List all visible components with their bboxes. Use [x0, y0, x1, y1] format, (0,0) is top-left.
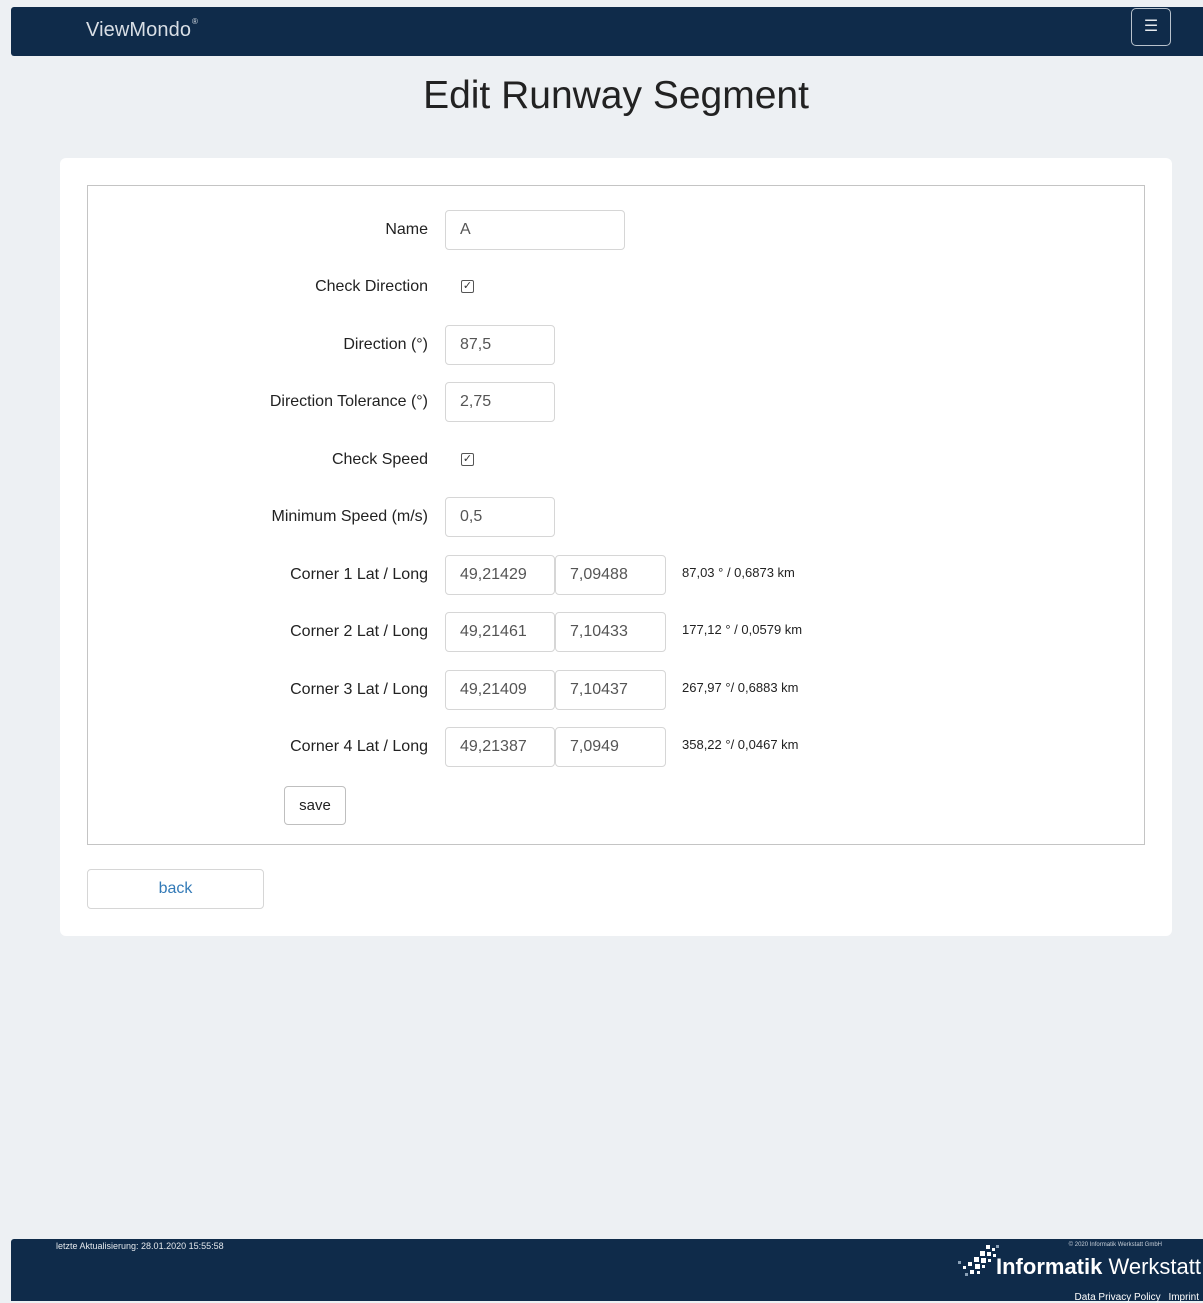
check-direction-row: Check Direction ✓	[88, 267, 1144, 307]
corner-2-row: Corner 2 Lat / Long 177,12 ° / 0,0579 km	[88, 612, 1144, 652]
direction-input[interactable]	[445, 325, 555, 365]
corner-3-bearing-distance: 267,97 °/ 0,6883 km	[682, 680, 799, 695]
brand-logo[interactable]: ViewMondo®	[86, 17, 199, 42]
check-speed-checkbox[interactable]: ✓	[461, 453, 474, 466]
minimum-speed-row: Minimum Speed (m/s)	[88, 497, 1144, 537]
menu-toggle-button[interactable]: ☰	[1131, 8, 1171, 46]
corner-1-long-input[interactable]	[555, 555, 666, 595]
save-button[interactable]: save	[284, 786, 346, 825]
check-speed-label: Check Speed	[331, 451, 428, 468]
privacy-policy-link[interactable]: Data Privacy Policy	[1075, 1292, 1161, 1303]
corner-2-long-input[interactable]	[555, 612, 666, 652]
edit-form: Name Check Direction ✓ Direction (°) Dir…	[87, 185, 1145, 845]
copyright-text: © 2020 Informatik Werkstatt GmbH	[1068, 1242, 1162, 1248]
logo-text-regular: Werkstatt	[1108, 1254, 1201, 1279]
corner-1-row: Corner 1 Lat / Long 87,03 ° / 0,6873 km	[88, 555, 1144, 595]
direction-tolerance-row: Direction Tolerance (°)	[88, 382, 1144, 422]
corner-3-row: Corner 3 Lat / Long 267,97 °/ 0,6883 km	[88, 670, 1144, 710]
corner-1-label: Corner 1 Lat / Long	[290, 566, 428, 583]
company-logo-text: Informatik Werkstatt	[996, 1254, 1201, 1280]
name-label: Name	[385, 221, 428, 238]
footer: letzte Aktualisierung: 28.01.2020 15:55:…	[11, 1239, 1203, 1303]
last-updated-text: letzte Aktualisierung: 28.01.2020 15:55:…	[56, 1241, 224, 1251]
brand-name[interactable]: ViewMondo	[86, 19, 191, 41]
corner-1-bearing-distance: 87,03 ° / 0,6873 km	[682, 565, 795, 580]
direction-tolerance-input[interactable]	[445, 382, 555, 422]
minimum-speed-label: Minimum Speed (m/s)	[271, 508, 428, 525]
corner-2-lat-input[interactable]	[445, 612, 555, 652]
checkmark-icon: ✓	[462, 280, 473, 292]
footer-links: Data Privacy Policy Imprint	[1070, 1292, 1199, 1303]
corner-3-label: Corner 3 Lat / Long	[290, 681, 428, 698]
check-direction-label: Check Direction	[315, 278, 428, 295]
check-direction-checkbox[interactable]: ✓	[461, 280, 474, 293]
minimum-speed-input[interactable]	[445, 497, 555, 537]
check-speed-row: Check Speed ✓	[88, 440, 1144, 480]
logo-text-bold: Informatik	[996, 1254, 1103, 1279]
name-input[interactable]	[445, 210, 625, 250]
corner-2-bearing-distance: 177,12 ° / 0,0579 km	[682, 622, 803, 637]
direction-label: Direction (°)	[343, 336, 428, 353]
corner-1-lat-input[interactable]	[445, 555, 555, 595]
hamburger-menu-icon: ☰	[1143, 18, 1159, 35]
direction-row: Direction (°)	[88, 325, 1144, 365]
imprint-link[interactable]: Imprint	[1168, 1292, 1199, 1303]
checkmark-icon: ✓	[462, 453, 473, 465]
corner-4-label: Corner 4 Lat / Long	[290, 738, 428, 755]
name-row: Name	[88, 210, 1144, 250]
corner-4-long-input[interactable]	[555, 727, 666, 767]
corner-4-row: Corner 4 Lat / Long 358,22 °/ 0,0467 km	[88, 727, 1144, 767]
corner-3-lat-input[interactable]	[445, 670, 555, 710]
corner-3-long-input[interactable]	[555, 670, 666, 710]
top-navbar: ViewMondo® ☰	[11, 7, 1203, 56]
corner-4-lat-input[interactable]	[445, 727, 555, 767]
registered-mark: ®	[192, 17, 199, 27]
corner-4-bearing-distance: 358,22 °/ 0,0467 km	[682, 737, 799, 752]
corner-2-label: Corner 2 Lat / Long	[290, 623, 428, 640]
direction-tolerance-label: Direction Tolerance (°)	[269, 393, 428, 410]
page-title: Edit Runway Segment	[423, 74, 809, 117]
back-button[interactable]: back	[87, 869, 264, 909]
edit-card: Name Check Direction ✓ Direction (°) Dir…	[60, 158, 1172, 936]
